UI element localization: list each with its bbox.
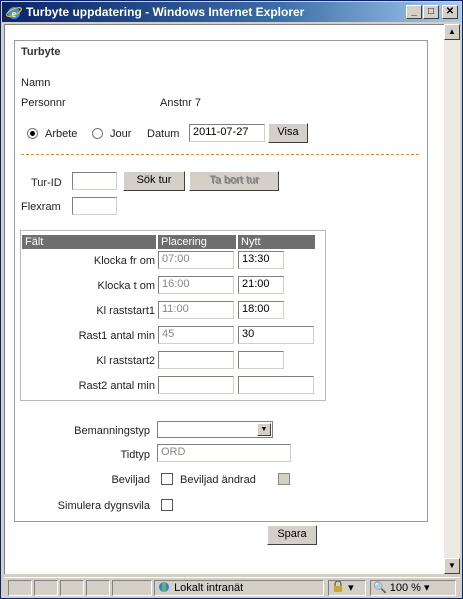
placering-kl-raststart1: 11:00: [158, 301, 234, 319]
datum-input[interactable]: 2011-07-27: [189, 124, 265, 142]
browser-window: e Turbyte uppdatering - Windows Internet…: [0, 0, 463, 599]
status-pane: [112, 580, 152, 596]
beviljad-checkbox[interactable]: [161, 473, 173, 485]
jour-label: Jour: [110, 128, 132, 140]
chevron-down-icon: ▾: [424, 582, 430, 594]
grid-row-label: Klocka t om: [97, 280, 155, 292]
flexram-label: Flexram: [21, 201, 61, 213]
chevron-down-icon: ▾: [348, 582, 354, 594]
simulera-dygnsvila-label: Simulera dygnsvila: [57, 500, 150, 512]
beviljad-andrad-label: Beviljad ändrad: [180, 474, 256, 486]
placering-rast2-antal-min: [158, 376, 234, 394]
grid-row-label: Rast2 antal min: [78, 380, 155, 392]
status-pane: [60, 580, 84, 596]
grid-header-falt: Fält: [22, 235, 156, 249]
visa-button[interactable]: Visa: [268, 123, 308, 143]
status-bar: Lokalt intranät ▾ 🔍 100 % ▾: [4, 577, 460, 597]
status-pane: [86, 580, 110, 596]
placering-klocka-fr-om: 07:00: [158, 251, 234, 269]
flexram-input[interactable]: [72, 197, 117, 215]
nytt-rast1-antal-min-input[interactable]: 30: [238, 326, 314, 344]
grid-row-label: Rast1 antal min: [78, 330, 155, 342]
arbete-radio[interactable]: [27, 128, 38, 139]
bemanningstyp-select[interactable]: ▼: [157, 421, 273, 438]
nytt-kl-raststart1-input[interactable]: 18:00: [238, 301, 284, 319]
section-divider: [21, 154, 419, 155]
security-zone[interactable]: Lokalt intranät: [154, 580, 324, 596]
grid-row-label: Klocka fr om: [93, 255, 155, 267]
page-viewport: Turbyte Namn Personnr Anstnr 7 Arbete Jo…: [4, 24, 444, 574]
jour-radio[interactable]: [92, 128, 103, 139]
scroll-down-arrow-icon[interactable]: ▼: [444, 558, 460, 574]
close-button[interactable]: ✕: [442, 5, 458, 19]
window-title: Turbyte uppdatering - Windows Internet E…: [26, 5, 305, 19]
magnifier-icon: 🔍: [373, 582, 387, 594]
bemanningstyp-label: Bemanningstyp: [74, 425, 150, 437]
nytt-klocka-t-om-input[interactable]: 21:00: [238, 276, 284, 294]
placering-kl-raststart2: [158, 351, 234, 369]
tidtyp-input: ORD: [157, 444, 291, 462]
grid-row-label: Kl raststart2: [96, 355, 155, 367]
turbyte-grid: Fält Placering Nytt Klocka fr om 07:00 1…: [20, 230, 326, 401]
scroll-up-arrow-icon[interactable]: ▲: [444, 24, 460, 40]
chevron-down-icon[interactable]: ▼: [257, 423, 271, 436]
vertical-scrollbar[interactable]: ▲ ▼: [444, 24, 460, 574]
spara-button[interactable]: Spara: [267, 525, 317, 545]
arbete-label: Arbete: [45, 128, 78, 140]
panel-title: Turbyte: [21, 46, 61, 58]
tidtyp-label: Tidtyp: [120, 449, 150, 461]
simulera-dygnsvila-checkbox[interactable]: [161, 499, 173, 511]
grid-header-nytt: Nytt: [238, 235, 315, 249]
placering-rast1-antal-min: 45: [158, 326, 234, 344]
zoom-menu[interactable]: 🔍 100 % ▾: [370, 580, 456, 596]
namn-label: Namn: [21, 77, 51, 89]
zoom-level: 100 %: [389, 582, 421, 594]
placering-klocka-t-om: 16:00: [158, 276, 234, 294]
turbyte-panel: Turbyte Namn Personnr Anstnr 7 Arbete Jo…: [14, 40, 428, 522]
ie-logo-icon: e: [6, 7, 22, 20]
turid-label: Tur-ID: [31, 177, 62, 189]
maximize-button[interactable]: □: [423, 5, 439, 19]
status-pane: [34, 580, 58, 596]
datum-label: Datum: [147, 128, 180, 140]
nytt-klocka-fr-om-input[interactable]: 13:30: [238, 251, 284, 269]
personnr-label: Personnr: [21, 97, 66, 109]
beviljad-andrad-checkbox: [278, 473, 290, 485]
nytt-kl-raststart2-input[interactable]: [238, 351, 284, 369]
status-pane: [8, 580, 32, 596]
beviljad-label: Beviljad: [111, 474, 150, 486]
sok-tur-button[interactable]: Sök tur: [123, 171, 185, 191]
zone-label: Lokalt intranät: [174, 582, 244, 594]
title-bar[interactable]: e Turbyte uppdatering - Windows Internet…: [2, 2, 461, 22]
turid-input[interactable]: [72, 172, 117, 190]
ta-bort-tur-button: Ta bort tur: [189, 171, 279, 191]
grid-row-label: Kl raststart1: [96, 305, 155, 317]
intranet-icon: [159, 582, 169, 592]
nytt-rast2-antal-min-input[interactable]: [238, 376, 314, 394]
minimize-button[interactable]: _: [406, 5, 422, 19]
lock-icon: [334, 580, 342, 592]
protected-mode-menu[interactable]: ▾: [328, 580, 366, 596]
anstnr-label: Anstnr 7: [160, 97, 201, 109]
grid-header-placering: Placering: [158, 235, 236, 249]
